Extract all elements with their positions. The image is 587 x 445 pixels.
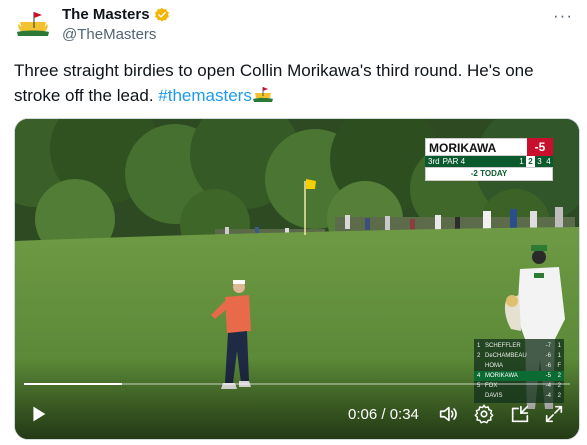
verified-badge-icon xyxy=(154,7,169,22)
lb-thru: 2 xyxy=(557,373,561,379)
lb-name: MORIKAWA xyxy=(485,373,518,379)
lb-score: -6 xyxy=(545,363,551,369)
lb-thru: 1 xyxy=(557,353,561,359)
scorebug-score: -5 xyxy=(527,138,553,156)
lb-name: DeCHAMBEAU xyxy=(485,353,527,359)
lb-pos xyxy=(477,361,485,371)
display-name[interactable]: The Masters xyxy=(62,6,150,23)
volume-icon[interactable] xyxy=(437,403,459,425)
lb-pos: 1 xyxy=(477,343,481,349)
user-handle[interactable]: @TheMasters xyxy=(62,26,156,43)
scorebug-hole: PAR 4 xyxy=(442,157,466,166)
hashtag-link[interactable]: #themasters xyxy=(158,86,252,105)
name-row: The Masters xyxy=(62,6,170,23)
video-time: 0:06 / 0:34 xyxy=(348,406,419,423)
hole-number: 1 xyxy=(519,157,524,166)
hole-number: 3 xyxy=(537,157,542,166)
scorebug-round: 3rd xyxy=(428,157,440,166)
scorebug-player: MORIKAWA xyxy=(425,138,527,156)
leaderboard-row-highlighted: 4 MORIKAWA -5 2 xyxy=(474,371,564,381)
leaderboard-row: HOMA -6 F xyxy=(474,361,564,371)
video-progress-bar[interactable] xyxy=(24,383,570,385)
tweet-header: The Masters @TheMasters ··· xyxy=(14,6,577,46)
hole-number: 4 xyxy=(546,157,551,166)
video-progress-fill xyxy=(24,383,123,385)
scorebug-today: -2 TODAY xyxy=(425,167,553,181)
fullscreen-icon[interactable] xyxy=(543,403,565,425)
avatar[interactable] xyxy=(14,8,52,46)
picture-in-picture-icon[interactable] xyxy=(509,403,531,425)
leaderboard-row: 2 DeCHAMBEAU -6 1 xyxy=(474,351,564,361)
lb-thru: F xyxy=(557,363,561,369)
tweet-text: Three straight birdies to open Collin Mo… xyxy=(14,58,574,108)
play-icon[interactable] xyxy=(27,403,49,425)
lb-score: -5 xyxy=(545,373,551,379)
more-options-button[interactable]: ··· xyxy=(553,6,573,26)
scorebug: MORIKAWA -5 3rd PAR 4 1 2 3 4 -2 TODAY xyxy=(425,138,553,181)
lb-name: HOMA xyxy=(485,363,503,369)
masters-logo-icon xyxy=(14,8,52,46)
lb-pos: 2 xyxy=(477,353,481,359)
lb-thru: 1 xyxy=(557,343,561,349)
leaderboard: 1 SCHEFFLER -7 1 2 DeCHAMBEAU -6 1 HOMA … xyxy=(474,339,564,403)
settings-gear-icon[interactable] xyxy=(473,403,495,425)
masters-hashflag-icon xyxy=(252,87,273,102)
scorebug-hole-progress: 1 2 3 4 xyxy=(517,156,553,167)
lb-pos: 4 xyxy=(477,373,481,379)
leaderboard-row: 1 SCHEFFLER -7 1 xyxy=(474,341,564,351)
lb-name: SCHEFFLER xyxy=(485,343,521,349)
video-controls: 0:06 / 0:34 xyxy=(15,395,579,435)
lb-score: -6 xyxy=(545,353,551,359)
video-player[interactable]: MORIKAWA -5 3rd PAR 4 1 2 3 4 -2 TODAY 1… xyxy=(14,118,580,440)
hole-number-current: 2 xyxy=(526,156,535,167)
lb-score: -7 xyxy=(545,343,551,349)
